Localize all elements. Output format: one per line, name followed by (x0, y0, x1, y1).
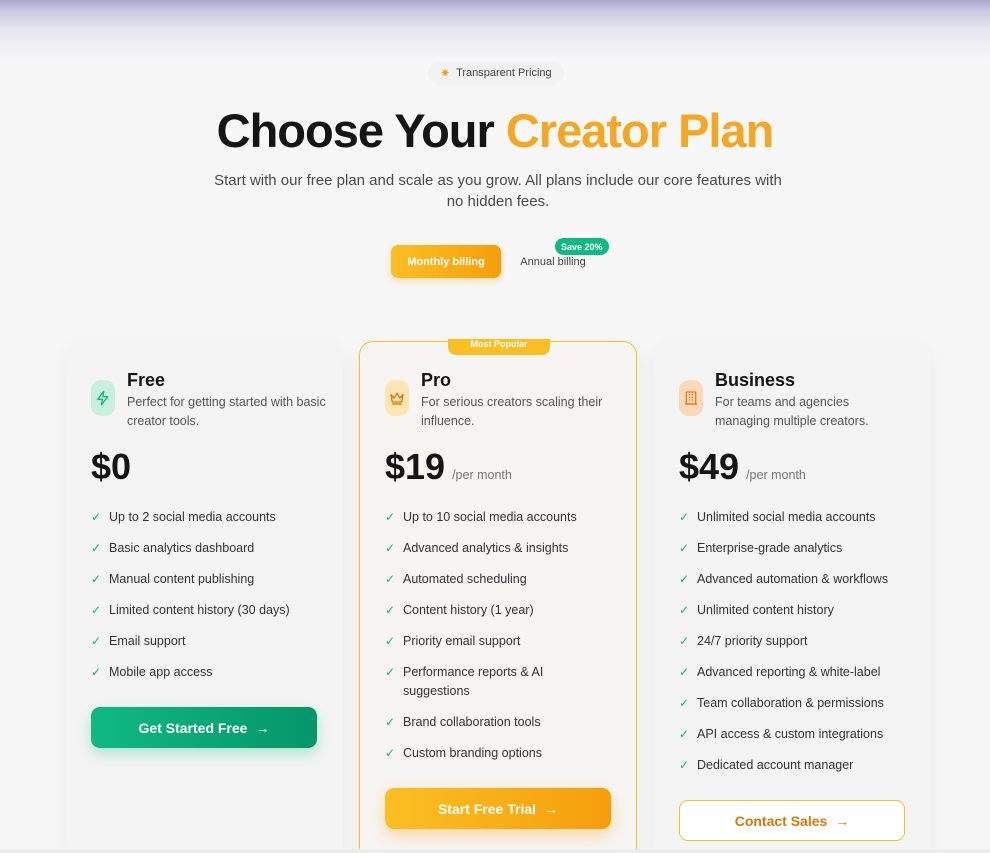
check-icon: ✓ (385, 603, 396, 617)
check-icon: ✓ (91, 510, 102, 524)
feature-item: ✓ Priority email support (385, 632, 613, 651)
most-popular-badge: Most Popular (448, 339, 550, 355)
cta-label: Get Started Free (138, 719, 248, 736)
arrow-right-icon: → (255, 719, 270, 736)
check-icon: ✓ (385, 510, 396, 524)
feature-item: ✓ Unlimited social media accounts (679, 508, 907, 527)
check-icon: ✓ (385, 715, 396, 729)
feature-item: ✓ Advanced automation & workflows (679, 570, 907, 589)
price-amount: $19 (385, 446, 446, 487)
price-period: /per month (746, 468, 806, 482)
feature-item: ✓ Advanced analytics & insights (385, 539, 613, 558)
check-icon: ✓ (385, 665, 396, 679)
feature-item: ✓ Mobile app access (91, 663, 319, 682)
check-icon: ✓ (679, 541, 690, 555)
feature-item: ✓ Content history (1 year) (385, 601, 613, 620)
transparent-pricing-pill: ✷ Transparent Pricing (428, 61, 564, 85)
check-icon: ✓ (385, 634, 396, 648)
feature-item: ✓ Performance reports & AI suggestions (385, 665, 544, 698)
feature-list: ✓ Up to 10 social media accounts ✓ Advance… (385, 508, 613, 775)
feature-item: ✓ Brand collaboration tools (385, 713, 613, 732)
title-main: Choose Your (216, 104, 495, 157)
billing-toggle: Monthly billing Annual billing Save 20% (391, 238, 621, 278)
check-icon: ✓ (385, 746, 396, 760)
feature-item: ✓ Team collaboration & permissions (679, 694, 907, 713)
plan-name: Pro (421, 370, 452, 390)
check-icon: ✓ (91, 603, 102, 617)
check-icon: ✓ (91, 541, 102, 555)
pricing-page: ✷ Transparent Pricing Choose Your Creato… (0, 0, 990, 853)
feature-item: ✓ Enterprise-grade analytics (679, 539, 907, 558)
plan-price: $0 (91, 446, 131, 488)
bottom-divider (0, 849, 990, 853)
top-shade (0, 0, 990, 60)
check-icon: ✓ (679, 603, 690, 617)
plan-card-pro: Most Popular Pro For serious creators sc… (359, 339, 637, 853)
page-title: Choose Your Creator Plan (0, 103, 990, 158)
check-icon: ✓ (91, 634, 102, 648)
feature-item: ✓ 24/7 priority support (679, 632, 907, 651)
feature-item: ✓ Limited content history (30 days) (91, 601, 319, 620)
plan-description: For serious creators scaling their influ… (421, 395, 603, 428)
check-icon: ✓ (679, 634, 690, 648)
check-icon: ✓ (385, 541, 396, 555)
price-period: /per month (452, 468, 512, 482)
feature-item: ✓ Email support (91, 632, 319, 651)
bolt-icon (91, 380, 115, 416)
plan-description: For teams and agencies managing multiple… (715, 395, 869, 428)
check-icon: ✓ (679, 510, 690, 524)
check-icon: ✓ (679, 758, 690, 772)
check-icon: ✓ (679, 727, 690, 741)
feature-list: ✓ Up to 2 social media accounts ✓ Basic an… (91, 508, 319, 694)
check-icon: ✓ (679, 696, 690, 710)
price-amount: $0 (91, 446, 132, 487)
check-icon: ✓ (91, 665, 102, 679)
arrow-right-icon: → (544, 800, 559, 817)
plan-card-business: Business For teams and agencies managing… (654, 342, 931, 853)
cta-label: Contact Sales (734, 812, 828, 829)
plan-card-free: Free Perfect for getting started with ba… (66, 342, 343, 853)
plan-name: Business (715, 370, 796, 390)
plan-price: $19 /per month (385, 446, 512, 488)
feature-item: ✓ Dedicated account manager (679, 756, 907, 775)
page-subtitle: Start with our free plan and scale as yo… (214, 172, 782, 210)
pill-label: Transparent Pricing (456, 67, 552, 79)
save-badge: Save 20% (555, 238, 609, 255)
check-icon: ✓ (679, 572, 690, 586)
start-free-trial-button[interactable]: Start Free Trial → (385, 788, 611, 829)
check-icon: ✓ (679, 665, 690, 679)
get-started-free-button[interactable]: Get Started Free → (91, 707, 317, 748)
contact-sales-button[interactable]: Contact Sales → (679, 800, 905, 841)
feature-item: ✓ API access & custom integrations (679, 725, 907, 744)
feature-item: ✓ Manual content publishing (91, 570, 319, 589)
feature-item: ✓ Basic analytics dashboard (91, 539, 319, 558)
plan-description: Perfect for getting started with basic c… (127, 395, 326, 428)
feature-item: ✓ Unlimited content history (679, 601, 907, 620)
check-icon: ✓ (91, 572, 102, 586)
feature-item: ✓ Automated scheduling (385, 570, 613, 589)
crown-icon (385, 380, 409, 416)
feature-item: ✓ Up to 2 social media accounts (91, 508, 319, 527)
check-icon: ✓ (385, 572, 396, 586)
cta-label: Start Free Trial (437, 800, 537, 817)
feature-item: ✓ Up to 10 social media accounts (385, 508, 613, 527)
arrow-right-icon: → (835, 812, 850, 829)
monthly-billing-button[interactable]: Monthly billing (391, 245, 501, 278)
sparkle-icon: ✷ (440, 66, 451, 80)
plan-name: Free (127, 370, 166, 390)
building-icon (679, 380, 703, 416)
title-accent: Creator Plan (505, 104, 774, 157)
plan-price: $49 /per month (679, 446, 806, 488)
feature-item: ✓ Custom branding options (385, 744, 613, 763)
feature-list: ✓ Unlimited social media accounts ✓ Enterp… (679, 508, 907, 787)
price-amount: $49 (679, 446, 740, 487)
feature-item: ✓ Advanced reporting & white-label (679, 663, 907, 682)
